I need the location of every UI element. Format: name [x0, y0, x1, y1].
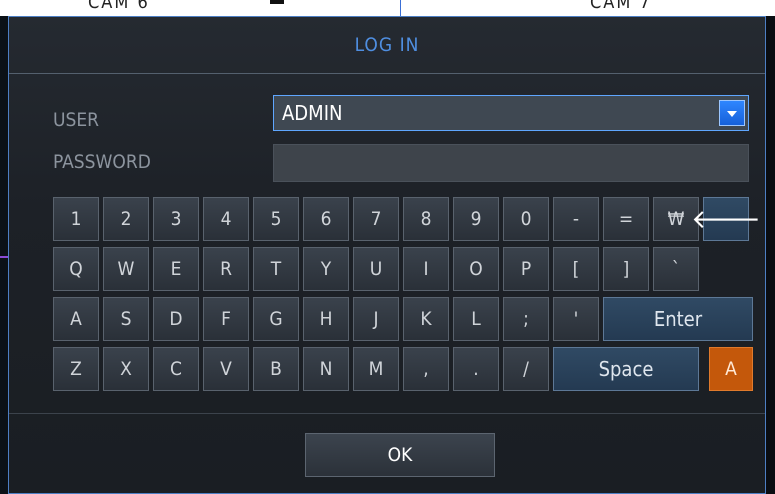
chevron-down-icon[interactable]	[719, 100, 745, 126]
user-label: USER	[53, 109, 100, 131]
key-1-12[interactable]: `	[653, 247, 699, 291]
key-1-9[interactable]: P	[503, 247, 549, 291]
key-1-8[interactable]: O	[453, 247, 499, 291]
key-2-10[interactable]: '	[553, 297, 599, 341]
key-3-2[interactable]: C	[153, 347, 199, 391]
key-3-5[interactable]: N	[303, 347, 349, 391]
key-0-5[interactable]: 6	[303, 197, 349, 241]
key-2-4[interactable]: G	[253, 297, 299, 341]
key-2-9[interactable]: ;	[503, 297, 549, 341]
key-2-7[interactable]: K	[403, 297, 449, 341]
key-0-3[interactable]: 4	[203, 197, 249, 241]
key-0-8[interactable]: 9	[453, 197, 499, 241]
key-3-0[interactable]: Z	[53, 347, 99, 391]
camera-divider	[400, 0, 401, 16]
key-1-5[interactable]: Y	[303, 247, 349, 291]
key-1-2[interactable]: E	[153, 247, 199, 291]
key-3-6[interactable]: M	[353, 347, 399, 391]
space-key[interactable]: Space	[553, 347, 699, 391]
ok-button[interactable]: OK	[305, 433, 495, 477]
key-0-0[interactable]: 1	[53, 197, 99, 241]
key-3-3[interactable]: V	[203, 347, 249, 391]
key-2-8[interactable]: L	[453, 297, 499, 341]
key-2-0[interactable]: A	[53, 297, 99, 341]
key-0-7[interactable]: 8	[403, 197, 449, 241]
camera-label: CAM 7	[590, 0, 652, 13]
key-2-6[interactable]: J	[353, 297, 399, 341]
key-3-1[interactable]: X	[103, 347, 149, 391]
key-1-11[interactable]: ]	[603, 247, 649, 291]
key-1-7[interactable]: I	[403, 247, 449, 291]
login-dialog: LOG IN USER ADMIN PASSWORD 1 2 3 4 5 6 7 8 9 0- = ₩…	[8, 16, 766, 494]
virtual-keyboard: 1 2 3 4 5 6 7 8 9 0- = ₩ 🡐 Q W E R T Y U I O P[] ` A S D F G H J K L; ' Z X…	[53, 197, 761, 395]
key-0-9[interactable]: 0	[503, 197, 549, 241]
key-3-4[interactable]: B	[253, 347, 299, 391]
key-0-10[interactable]: -	[553, 197, 599, 241]
background-camera-view: CAM 6 CAM 7	[0, 0, 775, 16]
key-0-6[interactable]: 7	[353, 197, 399, 241]
key-3-9[interactable]: /	[503, 347, 549, 391]
camera-label: CAM 6	[88, 0, 150, 13]
user-value: ADMIN	[282, 101, 343, 125]
key-1-0[interactable]: Q	[53, 247, 99, 291]
user-dropdown[interactable]: ADMIN	[273, 95, 749, 131]
key-1-1[interactable]: W	[103, 247, 149, 291]
backspace-key[interactable]: 🡐	[691, 197, 761, 241]
case-toggle-key[interactable]: A	[709, 347, 753, 391]
key-2-2[interactable]: D	[153, 297, 199, 341]
key-0-1[interactable]: 2	[103, 197, 149, 241]
password-field[interactable]	[273, 144, 749, 182]
key-1-4[interactable]: T	[253, 247, 299, 291]
key-1-3[interactable]: R	[203, 247, 249, 291]
key-1-6[interactable]: U	[353, 247, 399, 291]
key-2-1[interactable]: S	[103, 297, 149, 341]
key-3-8[interactable]: .	[453, 347, 499, 391]
divider	[9, 413, 765, 414]
background-edge	[0, 16, 8, 494]
key-0-11[interactable]: =	[603, 197, 649, 241]
key-2-5[interactable]: H	[303, 297, 349, 341]
key-2-3[interactable]: F	[203, 297, 249, 341]
enter-key[interactable]: Enter	[603, 297, 753, 341]
camera-marker	[270, 0, 284, 4]
key-1-10[interactable]: [	[553, 247, 599, 291]
dialog-title: LOG IN	[9, 17, 765, 74]
key-0-2[interactable]: 3	[153, 197, 199, 241]
password-label: PASSWORD	[53, 151, 151, 173]
key-0-4[interactable]: 5	[253, 197, 299, 241]
key-3-7[interactable]: ,	[403, 347, 449, 391]
